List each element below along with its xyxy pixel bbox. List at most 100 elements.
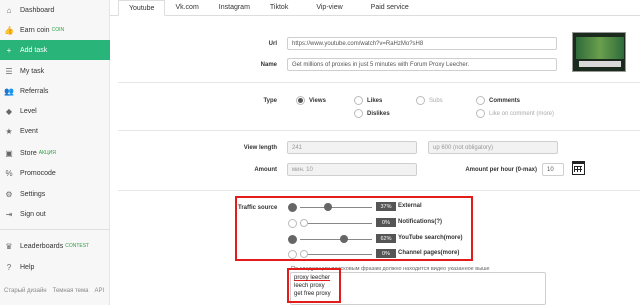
sidebar-item-settings[interactable]: ⚙ Settings [0, 184, 110, 204]
type-comments-radio[interactable]: Comments [476, 96, 520, 105]
home-icon: ⌂ [6, 5, 12, 15]
sidebar-item-store[interactable]: ▣ Store АКЦИЯ [0, 143, 110, 163]
radio-dot [476, 96, 485, 105]
type-like-on-comment-radio: Like on comment (more) [476, 109, 554, 118]
sidebar-item-label: Promocode [20, 169, 56, 177]
sidebar-item-level[interactable]: ◆ Level [0, 101, 110, 121]
radio-dot [354, 96, 363, 105]
slider-track [300, 223, 372, 224]
sidebar-item-label: Settings [20, 190, 46, 198]
sidebar-item-event[interactable]: ★ Event [0, 121, 110, 141]
slider-track [300, 254, 372, 255]
tab-vk[interactable]: Vk.com [165, 0, 209, 16]
traffic-toggle[interactable] [288, 250, 297, 259]
sidebar-item-label: Referrals [20, 87, 49, 95]
slider-handle[interactable] [339, 235, 348, 243]
radio-dot [476, 109, 485, 118]
slider-handle[interactable] [323, 203, 332, 211]
amount-per-hour-label: Amount per hour (0-max) [465, 167, 537, 173]
slider-track [300, 207, 372, 208]
sidebar-item-label: My task [20, 67, 45, 75]
promo-icon: % [5, 168, 13, 178]
sidebar-item-dashboard[interactable]: ⌂ Dashboard [0, 0, 110, 20]
sidebar-item-referrals[interactable]: 👥 Referrals [0, 81, 110, 101]
thumbnail-caption-bar [579, 61, 621, 67]
service-tabs: Youtube Vk.com Instagram Tiktok Vip-view… [118, 0, 419, 16]
slider-percent: 0% [376, 218, 396, 227]
video-thumbnail [572, 32, 626, 72]
sidebar-item-earn-coin[interactable]: 👍 Earn coin COIN [0, 20, 110, 40]
old-design-link[interactable]: Старый дизайн [4, 288, 47, 294]
store-badge: АКЦИЯ [38, 150, 56, 156]
sidebar: ⌂ Dashboard 👍 Earn coin COIN + Add task … [0, 0, 110, 305]
sidebar-item-sign-out[interactable]: ⇥ Sign out [0, 204, 110, 224]
type-views-radio[interactable]: Views [296, 96, 326, 105]
sidebar-item-label: Add task [20, 46, 48, 54]
sidebar-divider [0, 229, 110, 230]
api-link[interactable]: API [94, 288, 104, 294]
type-subs-label: Subs [429, 97, 443, 104]
traffic-toggle[interactable] [288, 203, 297, 212]
level-icon: ◆ [5, 106, 13, 116]
slider-handle[interactable] [300, 250, 308, 258]
section-divider [118, 190, 640, 191]
sidebar-item-add-task[interactable]: + Add task [0, 40, 110, 60]
sidebar-item-label: Event [20, 127, 38, 135]
amount-label: Amount [254, 167, 277, 173]
sidebar-footer: Старый дизайн Темная тема API [4, 288, 104, 294]
name-label: Name [260, 62, 277, 68]
coin-badge: COIN [51, 27, 65, 33]
contest-badge: CONTEST [65, 243, 90, 249]
slider-handle[interactable] [300, 219, 308, 227]
slider-percent: 62% [376, 234, 396, 243]
tab-tiktok[interactable]: Tiktok [259, 0, 299, 16]
signout-icon: ⇥ [5, 209, 13, 219]
slider-source-label: External [398, 203, 422, 209]
type-dislikes-radio[interactable]: Dislikes [354, 109, 390, 118]
amount-per-hour-input[interactable]: 10 [542, 163, 564, 176]
section-divider [118, 130, 640, 131]
plus-icon: + [6, 45, 12, 55]
list-icon: ☰ [5, 66, 13, 76]
type-likes-label: Likes [367, 97, 383, 104]
view-length-label: View length [243, 145, 277, 151]
sidebar-item-label: Earn coin [20, 26, 50, 34]
sidebar-item-promocode[interactable]: % Promocode [0, 163, 110, 183]
slider-percent: 0% [376, 249, 396, 258]
slider-source-label: Notifications(?) [398, 219, 442, 225]
radio-dot [416, 96, 425, 105]
coin-icon: 👍 [4, 25, 14, 35]
type-likes-radio[interactable]: Likes [354, 96, 382, 105]
dark-theme-link[interactable]: Темная тема [53, 288, 89, 294]
sidebar-item-label: Sign out [20, 210, 46, 218]
type-like-on-comment-label: Like on comment (more) [489, 110, 555, 117]
sidebar-item-label: Dashboard [20, 6, 55, 14]
sidebar-item-label: Leaderboards [20, 242, 64, 250]
sidebar-item-label: Store [20, 149, 37, 157]
tab-instagram[interactable]: Instagram [208, 0, 260, 16]
slider-source-label: Channel pages(more) [398, 250, 460, 256]
sidebar-item-help[interactable]: ? Help [0, 257, 110, 277]
slider-source-label: YouTube search(more) [398, 235, 463, 241]
trophy-icon: ♛ [5, 241, 13, 251]
calendar-icon[interactable] [572, 161, 585, 175]
radio-dot [354, 109, 363, 118]
gear-icon: ⚙ [5, 189, 13, 199]
view-length-hint: up 600 (not obligatory) [428, 141, 558, 154]
amount-input[interactable]: мин. 10 [287, 163, 417, 176]
tab-vip-view[interactable]: Vip-view [298, 0, 361, 16]
type-subs-radio: Subs [416, 96, 443, 105]
type-dislikes-label: Dislikes [367, 110, 390, 117]
slider-percent: 37% [376, 202, 396, 211]
tab-youtube[interactable]: Youtube [118, 0, 166, 16]
url-label: Url [268, 41, 277, 47]
name-input[interactable]: Get millions of proxies in just 5 minute… [287, 58, 557, 71]
users-icon: 👥 [4, 86, 14, 96]
sidebar-item-my-task[interactable]: ☰ My task [0, 61, 110, 81]
sidebar-item-leaderboards[interactable]: ♛ Leaderboards CONTEST [0, 236, 110, 256]
tab-paid-service[interactable]: Paid service [360, 0, 419, 16]
traffic-toggle[interactable] [288, 219, 297, 228]
view-length-input[interactable]: 241 [287, 141, 417, 154]
url-input[interactable]: https://www.youtube.com/watch?v=RaHzMo?s… [287, 37, 557, 50]
traffic-toggle[interactable] [288, 235, 297, 244]
